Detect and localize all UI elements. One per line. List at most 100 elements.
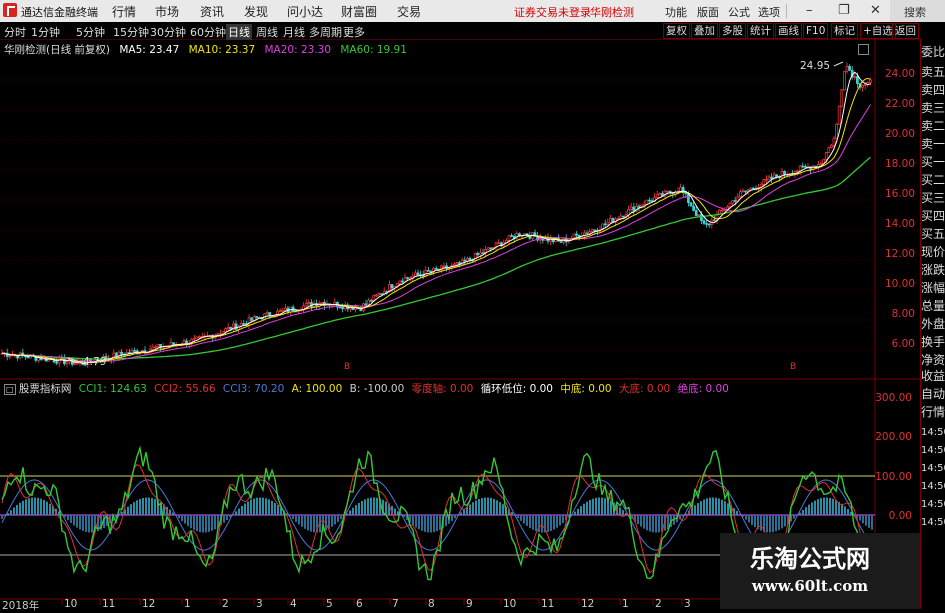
- histogram-bar: [34, 497, 36, 515]
- histogram-bar: [589, 500, 591, 515]
- indicator-title[interactable]: 股票指标网: [19, 383, 72, 395]
- button-f10[interactable]: F10: [803, 23, 828, 39]
- button-add-watchlist[interactable]: +自选: [860, 23, 896, 39]
- candle-body: [243, 323, 245, 324]
- histogram-bar: [829, 498, 831, 515]
- histogram-bar: [556, 515, 558, 528]
- time-tick: 11: [102, 598, 115, 610]
- menu-function[interactable]: 功能: [665, 4, 687, 20]
- login-notice[interactable]: 证券交易未登录: [514, 4, 591, 20]
- candle-body: [763, 180, 765, 185]
- candle-body: [750, 188, 752, 190]
- candle-body: [802, 166, 804, 167]
- sp-item: 卖三: [921, 101, 945, 116]
- candle-body: [498, 243, 500, 244]
- histogram-bar: [490, 498, 492, 515]
- menu-discover[interactable]: 发现: [244, 3, 268, 20]
- candle-body: [776, 175, 778, 177]
- candle-body: [648, 200, 650, 201]
- histogram-bar: [814, 501, 816, 515]
- button-draw[interactable]: 画线: [775, 23, 802, 39]
- site-watermark: 乐淘公式网 www.60lt.com: [720, 533, 920, 609]
- sp-item[interactable]: 自动: [921, 387, 945, 402]
- candle-body: [703, 221, 705, 224]
- candle-body: [464, 260, 466, 261]
- period-monthly[interactable]: 月线: [283, 24, 305, 40]
- histogram-bar: [349, 510, 351, 515]
- candle-body: [342, 307, 344, 308]
- indicator-toggle-icon[interactable]: □: [4, 384, 16, 395]
- candle-body: [856, 76, 858, 83]
- period-weekly[interactable]: 周线: [256, 24, 278, 40]
- chart-area[interactable]: B B 华刚检测(日线 前复权) MA5: 23.47 MA10: 23.37 …: [0, 39, 920, 609]
- title-bar: 通达信金融终端 行情 市场 资讯 发现 问小达 财富圈 交易 证券交易未登录 华…: [0, 0, 945, 22]
- candle-body: [607, 222, 609, 224]
- period-60min[interactable]: 60分钟: [190, 24, 226, 40]
- time-tick: 6: [356, 598, 363, 610]
- menu-wealth[interactable]: 财富圈: [341, 3, 377, 20]
- expand-icon[interactable]: [858, 44, 869, 55]
- maximize-icon[interactable]: ❐: [838, 3, 850, 18]
- histogram-bar: [223, 515, 225, 523]
- menu-options[interactable]: 选项: [758, 4, 780, 20]
- histogram-bar: [622, 510, 624, 515]
- candle-body: [477, 253, 479, 254]
- period-daily[interactable]: 日线: [226, 24, 252, 40]
- close-icon[interactable]: ✕: [870, 3, 881, 18]
- histogram-bar: [484, 498, 486, 515]
- menu-news[interactable]: 资讯: [200, 3, 224, 20]
- button-multi-stock[interactable]: 多股: [719, 23, 746, 39]
- button-back[interactable]: 返回: [892, 23, 919, 39]
- histogram-bar: [706, 498, 708, 515]
- button-mark[interactable]: 标记: [831, 23, 858, 39]
- histogram-bar: [235, 511, 237, 515]
- period-multi[interactable]: 多周期: [309, 24, 342, 40]
- candle-body: [217, 334, 219, 335]
- minimize-icon[interactable]: –: [806, 3, 813, 18]
- histogram-bar: [700, 501, 702, 515]
- histogram-bar: [148, 498, 150, 515]
- candle-body: [256, 317, 258, 318]
- candle-body: [292, 307, 294, 311]
- period-30min[interactable]: 30分钟: [150, 24, 186, 40]
- menu-trade[interactable]: 交易: [397, 3, 421, 20]
- period-more[interactable]: 更多: [343, 24, 365, 40]
- histogram-bar: [823, 498, 825, 515]
- candle-body: [630, 207, 632, 209]
- quote-sidepanel: 委比 卖五 卖四 卖三 卖二 卖一 买一 买二 买三 买四 买五 现价 涨跌 涨…: [920, 39, 945, 609]
- time-tick: 7: [392, 598, 399, 610]
- candle-body: [152, 347, 154, 349]
- candle-body: [841, 90, 843, 106]
- chart-canvas[interactable]: B B: [0, 39, 920, 609]
- search-box[interactable]: 搜索: [890, 0, 945, 22]
- button-adjust[interactable]: 复权: [663, 23, 690, 39]
- candle-body: [690, 203, 692, 207]
- histogram-bar: [478, 499, 480, 515]
- histogram-bar: [841, 504, 843, 515]
- watermark-title: 乐淘公式网: [720, 539, 900, 574]
- candle-body: [698, 214, 700, 215]
- button-overlay[interactable]: 叠加: [691, 23, 718, 39]
- price-tick: 10.00: [875, 278, 915, 290]
- period-1min[interactable]: 1分钟: [31, 24, 60, 40]
- sp-item[interactable]: 行情: [921, 405, 945, 420]
- button-statistics[interactable]: 统计: [747, 23, 774, 39]
- histogram-bar: [172, 512, 174, 515]
- menu-market[interactable]: 市场: [155, 3, 179, 20]
- histogram-bar: [445, 515, 447, 526]
- candle-body: [469, 258, 471, 259]
- histogram-bar: [760, 515, 762, 531]
- menu-quotes[interactable]: 行情: [112, 3, 136, 20]
- period-timeshare[interactable]: 分时: [4, 24, 26, 40]
- histogram-bar: [340, 515, 342, 519]
- sp-item: 买二: [921, 173, 945, 188]
- candle-body: [331, 305, 333, 306]
- period-5min[interactable]: 5分钟: [76, 24, 105, 40]
- menu-layout[interactable]: 版面: [697, 4, 719, 20]
- period-15min[interactable]: 15分钟: [113, 24, 149, 40]
- menu-formula[interactable]: 公式: [728, 4, 750, 20]
- histogram-bar: [130, 504, 132, 515]
- histogram-bar: [265, 498, 267, 515]
- histogram-bar: [694, 505, 696, 515]
- menu-assistant[interactable]: 问小达: [287, 3, 323, 20]
